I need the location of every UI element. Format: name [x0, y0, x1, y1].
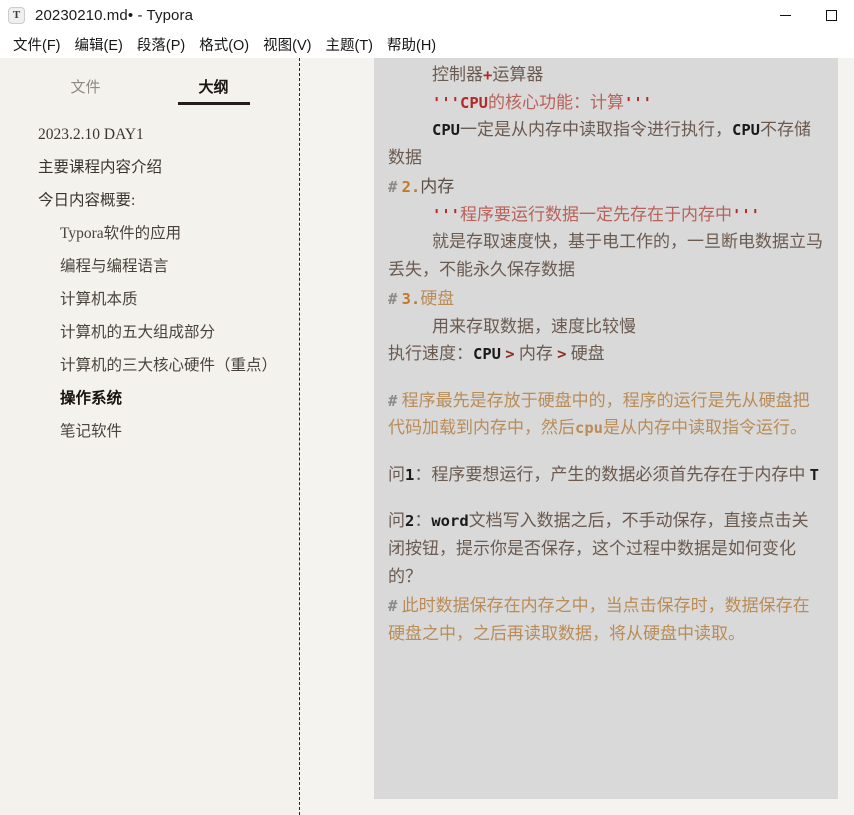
text-cpu-lower: cpu: [575, 419, 603, 438]
outline-item-note-software[interactable]: 笔记软件: [38, 420, 283, 444]
text-program-flow-b: 是从内存中读取指令运行。: [603, 418, 807, 438]
text-speed-memory: 内存: [518, 344, 553, 364]
doc-heading-disk: # 3.硬盘: [388, 285, 824, 313]
text-controller: 控制器: [432, 65, 483, 84]
hash-icon-h3: #: [388, 290, 398, 309]
editor-pane[interactable]: 控制器+运算器 '''CPU的核心功能：计算''' CPU一定是从内存中读取指令…: [300, 58, 854, 815]
text-speed-disk: 硬盘: [570, 344, 605, 364]
text-q2-word: word: [431, 512, 469, 531]
text-q1-answer: T: [809, 465, 819, 484]
doc-block-program-flow: # 程序最先是存放于硬盘中的，程序的运行是先从硬盘把代码加载到内存中，然后cpu…: [388, 387, 824, 442]
quote-open-2: ''': [432, 205, 460, 224]
doc-line-speed-order: 执行速度：CPU > 内存 > 硬盘: [388, 340, 824, 368]
tab-files[interactable]: 文件: [59, 76, 113, 105]
outline-item-date[interactable]: 2023.2.10 DAY1: [38, 123, 283, 147]
doc-line-memory-quote: '''程序要运行数据一定先存在于内存中''': [388, 201, 824, 229]
text-speed-label: 执行速度：: [388, 344, 473, 364]
greater-than-2: >: [557, 345, 567, 364]
text-q1-body: ：程序要想运行，产生的数据必须首先存在于内存中: [414, 464, 806, 484]
hash-icon-note-2: #: [388, 597, 398, 616]
heading-text-disk: 硬盘: [420, 289, 455, 309]
outline-item-five-parts[interactable]: 计算机的五大组成部分: [38, 321, 283, 345]
text-q1-label: 问: [388, 464, 405, 484]
doc-line-memory-desc: 就是存取速度快，基于电工作的，一旦断电数据立马丢失，不能永久保存数据: [388, 232, 823, 279]
doc-line-disk-desc: 用来存取数据，速度比较慢: [432, 316, 636, 336]
text-answer-2-body: 此时数据保存在内存之中，当点击保存时，数据保存在硬盘之中，之后再读取数据，将从硬…: [388, 596, 810, 643]
heading-text-memory: 内存: [420, 177, 455, 197]
minimize-icon: [779, 14, 791, 16]
doc-line-controller-alu: 控制器+运算器: [388, 61, 824, 89]
text-q2-number: 2: [405, 512, 415, 531]
window-title: 20230210.md• - Typora: [35, 6, 194, 24]
quote-open-1: ''': [432, 93, 460, 112]
doc-block-question-2: 问2：word文档写入数据之后，不手动保存，直接点击关闭按钮，提示你是否保存，这…: [388, 507, 824, 590]
menu-bar: 文件(F) 编辑(E) 段落(P) 格式(O) 视图(V) 主题(T) 帮助(H…: [0, 30, 854, 58]
text-cpu-1: CPU: [432, 121, 460, 140]
doc-block-answer-2: # 此时数据保存在内存之中，当点击保存时，数据保存在硬盘之中，之后再读取数据，将…: [388, 592, 824, 647]
menu-item-help[interactable]: 帮助(H): [380, 32, 443, 57]
text-cpu-label: CPU: [460, 93, 488, 112]
maximize-icon: [825, 9, 837, 21]
title-bar: T 20230210.md• - Typora: [0, 0, 854, 30]
doc-line-cpu-reads-memory: CPU一定是从内存中读取指令进行执行，CPU不存储数据: [388, 116, 824, 171]
window-controls: [762, 0, 854, 30]
document-canvas[interactable]: 控制器+运算器 '''CPU的核心功能：计算''' CPU一定是从内存中读取指令…: [374, 58, 838, 799]
text-memory-quote: 程序要运行数据一定先存在于内存中: [460, 204, 732, 224]
menu-item-file[interactable]: 文件(F): [6, 32, 68, 57]
doc-heading-memory: # 2.内存: [388, 173, 824, 201]
outline-item-operating-system[interactable]: 操作系统: [38, 387, 283, 411]
minimize-button[interactable]: [762, 0, 808, 30]
sidebar-tabs: 文件 大纲: [0, 58, 299, 105]
outline-item-computer-essence[interactable]: 计算机本质: [38, 288, 283, 312]
menu-item-format[interactable]: 格式(O): [192, 32, 256, 57]
sidebar: 文件 大纲 2023.2.10 DAY1 主要课程内容介绍 今日内容概要: Ty…: [0, 58, 300, 815]
text-cpu-desc: 一定是从内存中读取指令进行执行，: [460, 120, 732, 140]
outline-list: 2023.2.10 DAY1 主要课程内容介绍 今日内容概要: Typora软件…: [0, 105, 299, 444]
outline-item-programming[interactable]: 编程与编程语言: [38, 255, 283, 279]
greater-than-1: >: [505, 345, 515, 364]
doc-line-cpu-core-function: '''CPU的核心功能：计算''': [388, 89, 824, 117]
menu-item-view[interactable]: 视图(V): [256, 32, 318, 57]
menu-item-theme[interactable]: 主题(T): [318, 32, 380, 57]
hash-icon-h2: #: [388, 178, 398, 197]
text-speed-cpu: CPU: [473, 345, 501, 364]
outline-item-course-intro[interactable]: 主要课程内容介绍: [38, 156, 283, 180]
quote-close-2: ''': [732, 205, 760, 224]
text-q2-colon: ：: [414, 511, 432, 531]
maximize-button[interactable]: [808, 0, 854, 30]
outline-item-three-core-hardware[interactable]: 计算机的三大核心硬件（重点）: [38, 354, 283, 378]
plus-symbol: +: [483, 66, 493, 84]
quote-close-1: ''': [624, 93, 652, 112]
typora-app-icon: T: [8, 6, 25, 24]
doc-block-question-1: 问1：程序要想运行，产生的数据必须首先存在于内存中 T: [388, 461, 824, 489]
menu-item-paragraph[interactable]: 段落(P): [130, 32, 192, 57]
text-cpu-core: 的核心功能：计算: [488, 92, 624, 112]
outline-item-today-summary[interactable]: 今日内容概要:: [38, 189, 283, 213]
text-q1-number: 1: [405, 465, 415, 484]
menu-item-edit[interactable]: 编辑(E): [68, 32, 130, 57]
text-alu: 运算器: [492, 65, 544, 84]
tab-outline[interactable]: 大纲: [177, 76, 250, 105]
outline-item-typora[interactable]: Typora软件的应用: [38, 222, 283, 246]
hash-icon-note-1: #: [388, 391, 398, 410]
document-content: 控制器+运算器 '''CPU的核心功能：计算''' CPU一定是从内存中读取指令…: [388, 58, 824, 647]
heading-number-2: 2.: [401, 178, 421, 197]
text-q2-label: 问: [388, 511, 405, 531]
heading-number-3: 3.: [401, 290, 421, 309]
text-cpu-2: CPU: [732, 121, 760, 140]
workspace: 文件 大纲 2023.2.10 DAY1 主要课程内容介绍 今日内容概要: Ty…: [0, 58, 854, 815]
